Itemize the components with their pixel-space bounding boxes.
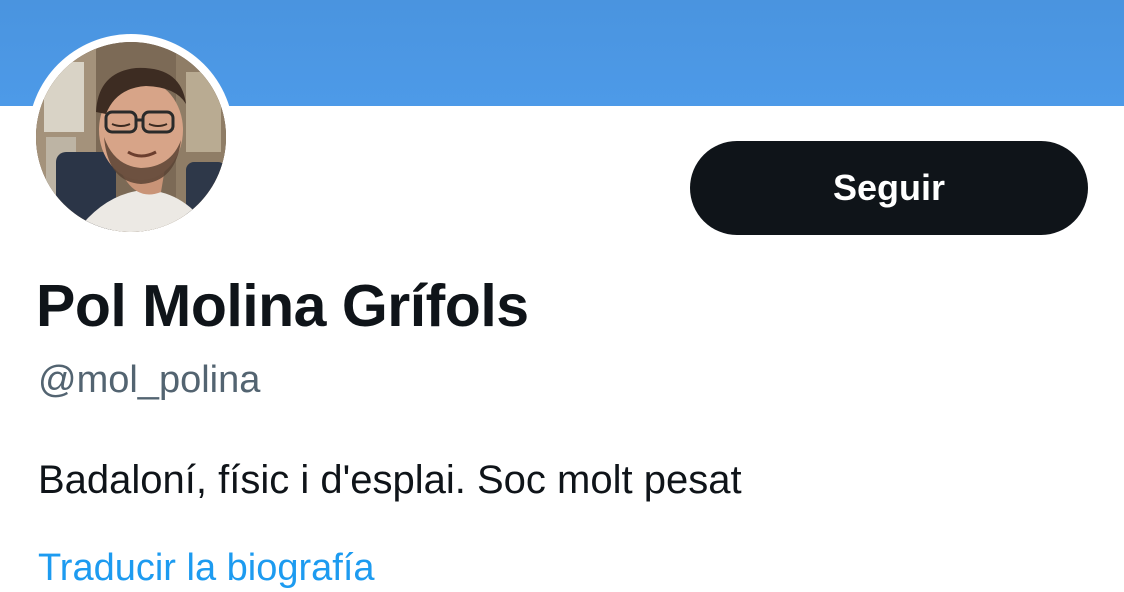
follow-button[interactable]: Seguir [690,141,1088,235]
profile-bio: Badaloní, físic i d'esplai. Soc molt pes… [38,458,742,502]
profile-handle: @mol_polina [38,359,261,401]
avatar-frame[interactable] [28,34,234,240]
avatar[interactable] [36,42,226,232]
profile-display-name: Pol Molina Grífols [36,273,529,339]
avatar-photo [36,42,226,232]
translate-bio-link[interactable]: Traducir la biografía [38,544,375,592]
